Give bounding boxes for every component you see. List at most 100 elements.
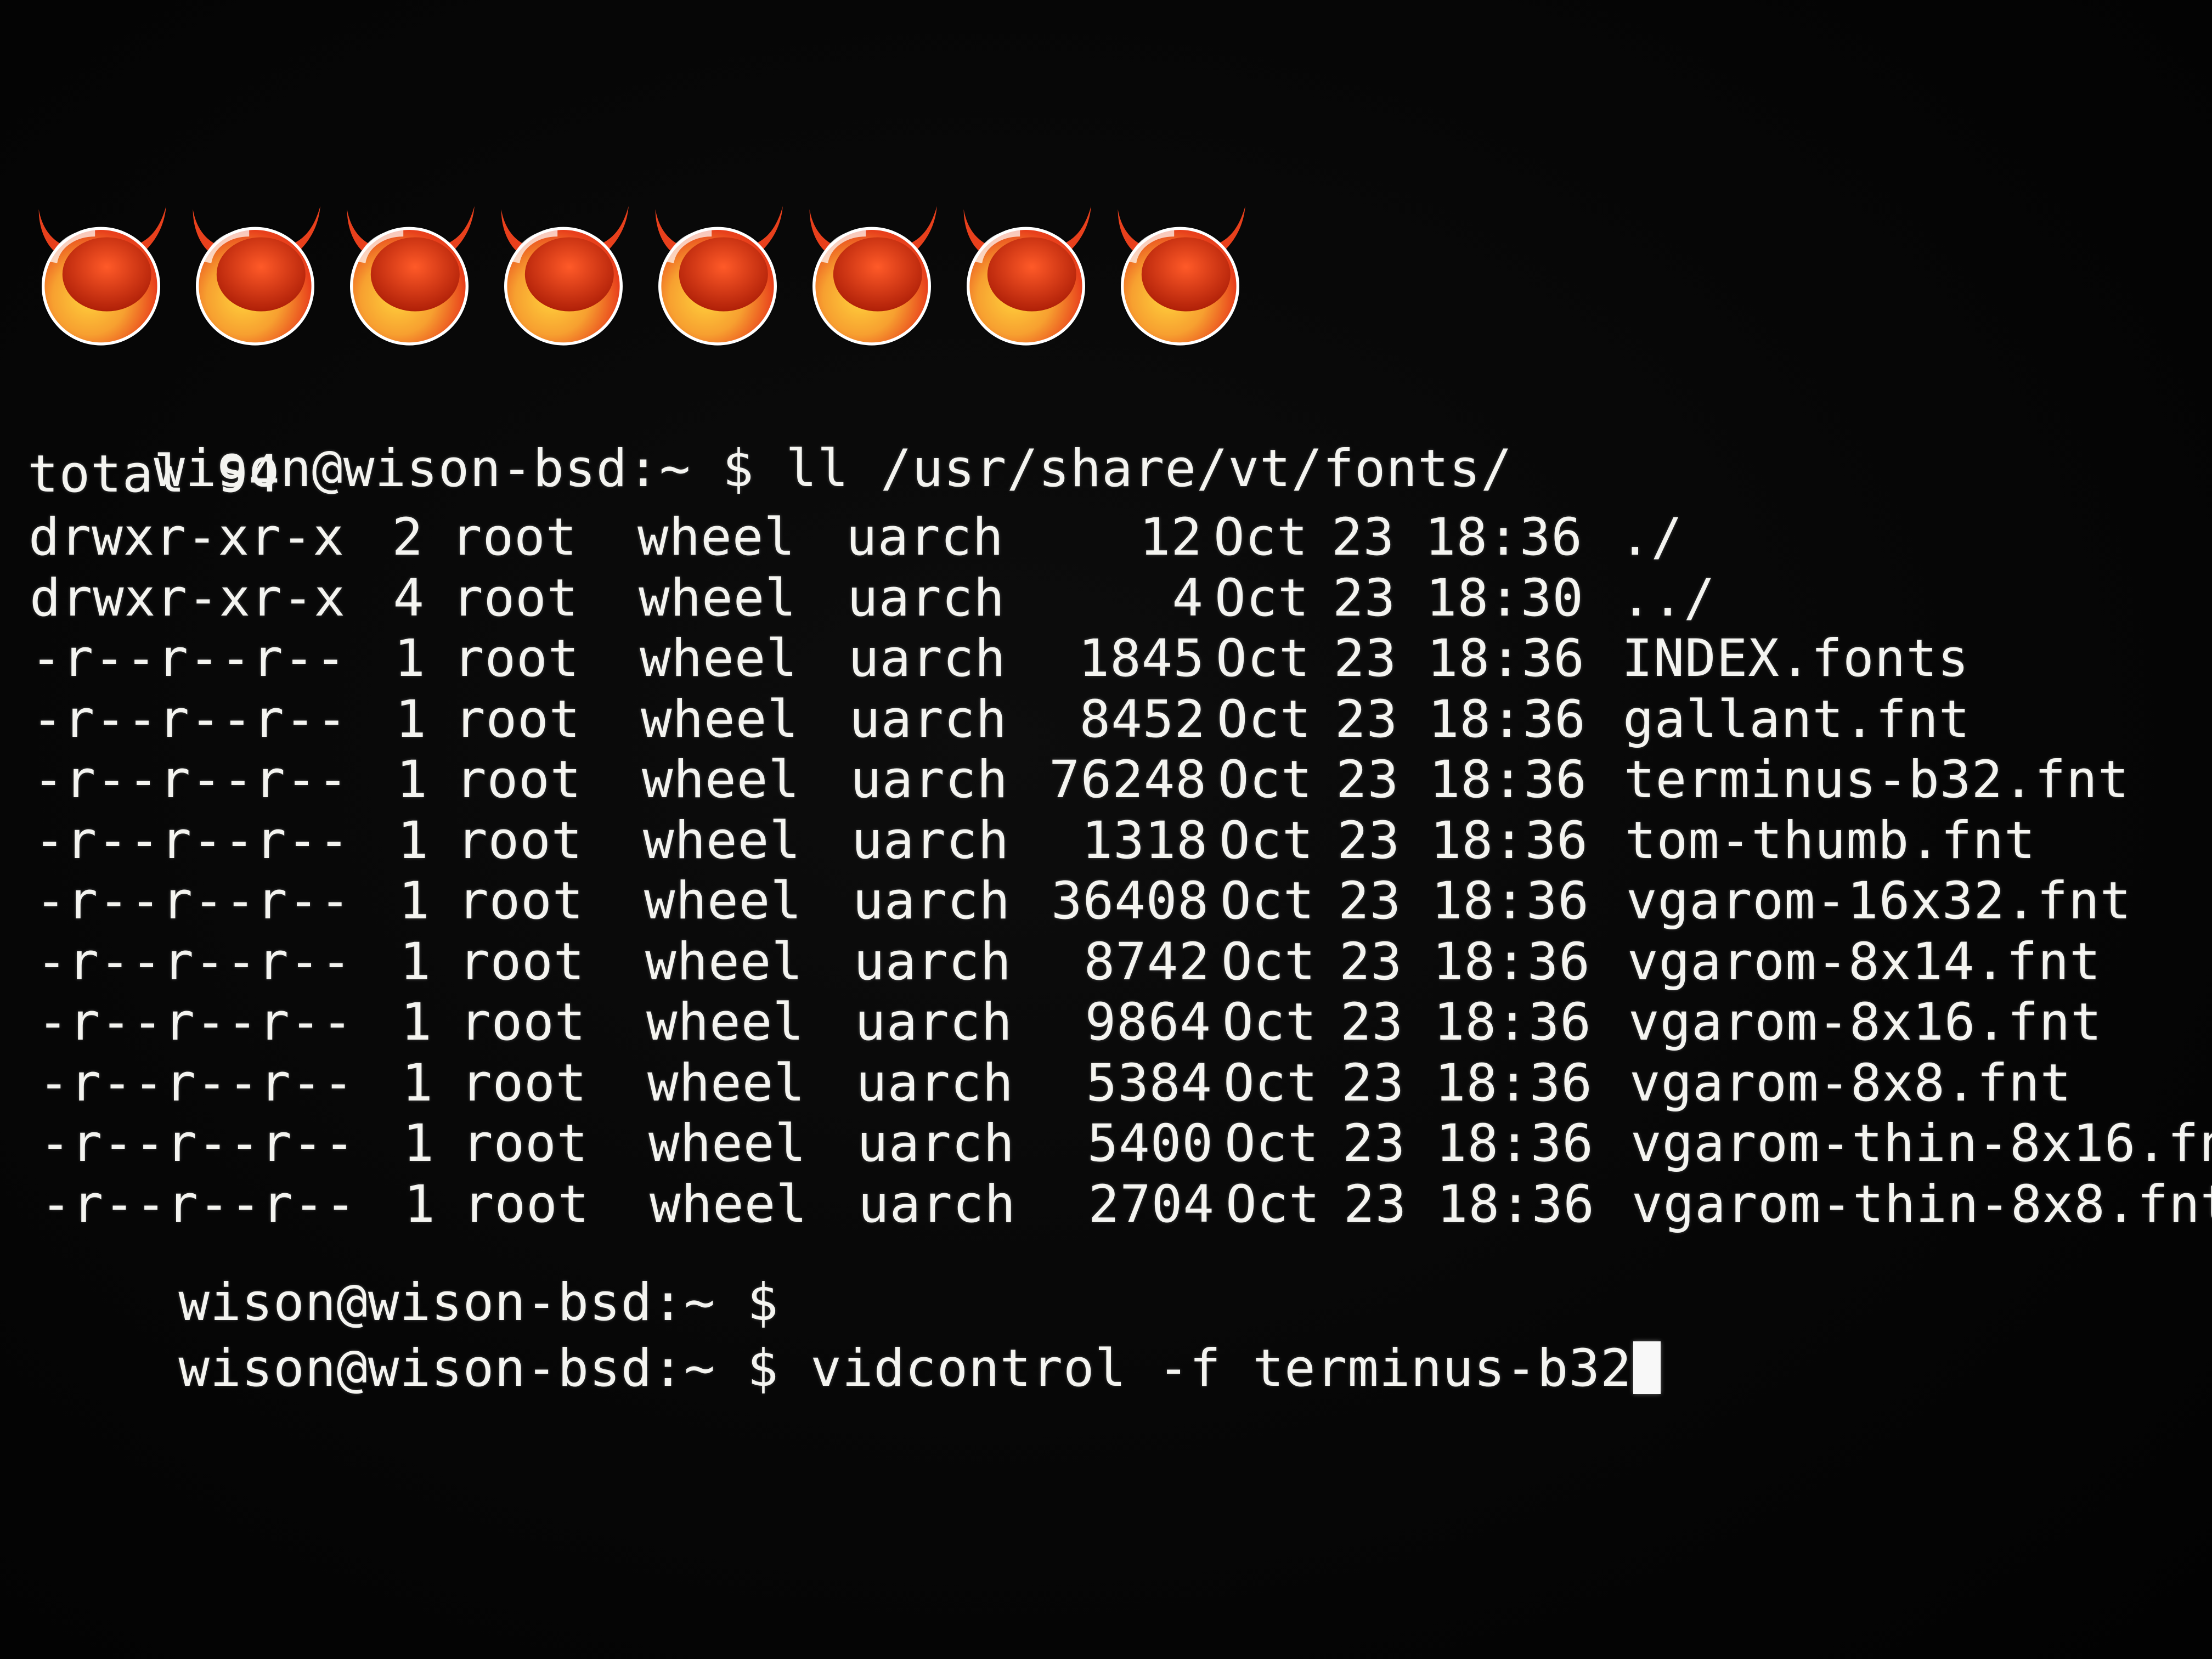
listing-size: 5400 [1087,1114,1214,1173]
listing-perms: -r--r--r-- [34,810,350,871]
listing-day: 23 [1338,871,1402,931]
listing-month: Oct [1221,932,1316,992]
listing-size: 2704 [1088,1174,1215,1234]
listing-owner: root [452,568,579,628]
listing-month: Oct [1222,992,1317,1052]
listing-month: Oct [1218,750,1313,810]
listing-class: uarch [850,750,1008,810]
listing-row: -r--r--r-- 1 root wheel uarch 36408 Oct 23 18:36… [35,874,2208,929]
command-text: ll /usr/share/vt/fonts/ [786,439,1513,499]
listing-row: -r--r--r-- 1 root wheel uarch 5400 Oct 23 18:36 v… [40,1116,2212,1171]
listing-row: -r--r--r-- 1 root wheel uarch 1845 Oct 23 18:36 I… [31,631,2203,686]
listing-month: Oct [1214,507,1308,567]
listing-group: wheel [648,1114,806,1173]
freebsd-beastie-icon [487,200,640,348]
freebsd-beastie-icon [950,200,1102,348]
listing-time: 18:36 [1428,689,1586,749]
listing-class: uarch [858,1174,1016,1234]
listing-day: 23 [1339,932,1403,992]
listing-day: 23 [1334,629,1397,689]
listing-size: 8742 [1084,932,1210,992]
listing-perms: drwxr-xr-x [30,568,346,628]
listing-size: 8452 [1079,689,1206,749]
listing-class: uarch [851,810,1009,871]
total-line: total 94 [27,444,280,504]
listing-class: uarch [853,871,1011,931]
listing-perms: -r--r--r-- [36,932,352,992]
listing-name: gallant.fnt [1623,689,1971,749]
listing-day: 23 [1342,1114,1406,1173]
listing-name: vgarom-thin-8x16.fnt [1630,1114,2212,1173]
listing-size: 36408 [1051,871,1209,931]
listing-day: 23 [1340,992,1404,1052]
listing-perms: drwxr-xr-x [29,507,345,567]
listing-class: uarch [846,507,1004,567]
listing-perms: -r--r--r-- [37,992,353,1052]
listing-time: 18:36 [1434,992,1592,1052]
listing-owner: root [462,1114,589,1173]
text-cursor [1633,1341,1661,1394]
listing-perms: -r--r--r-- [40,1114,356,1173]
listing-group: wheel [640,629,798,689]
listing-links: 1 [396,750,428,810]
listing-owner: root [456,810,583,871]
listing-row: drwxr-xr-x 2 root wheel uarch 12 Oct 23 18:36 ./ [29,510,2201,565]
listing-month: Oct [1215,568,1310,628]
terminal-console[interactable]: wison@wison-bsd:~ $ ll /usr/share/vt/fon… [0,0,2212,1659]
listing-links: 1 [402,1053,433,1113]
listing-time: 18:36 [1430,810,1588,871]
listing-links: 1 [394,629,426,689]
command-input[interactable]: vidcontrol -f terminus-b32 [810,1339,1632,1398]
listing-links: 1 [399,932,431,992]
listing-links: 1 [400,992,432,1052]
listing-row: -r--r--r-- 1 root wheel uarch 76248 Oct 23 18:36… [33,753,2205,808]
beastie-logo-row [25,200,1256,348]
listing-name: INDEX.fonts [1622,629,1970,689]
freebsd-beastie-icon [179,200,331,348]
listing-day: 23 [1331,507,1395,567]
listing-owner: root [451,507,578,567]
listing-name: terminus-b32.fnt [1624,750,2130,810]
listing-name: vgarom-16x32.fnt [1626,871,2132,931]
listing-owner: root [460,992,586,1052]
listing-name: vgarom-8x16.fnt [1628,992,2102,1052]
listing-class: uarch [854,932,1012,992]
listing-time: 18:36 [1436,1114,1594,1173]
listing-time: 18:30 [1426,568,1584,628]
listing-time: 18:36 [1429,750,1587,810]
listing-month: Oct [1219,810,1314,871]
listing-class: uarch [856,1053,1014,1113]
listing-size: 1318 [1081,810,1208,871]
listing-time: 18:36 [1427,629,1585,689]
listing-day: 23 [1344,1174,1407,1234]
listing-month: Oct [1226,1174,1321,1234]
freebsd-beastie-icon [1104,200,1256,348]
current-prompt-line[interactable]: wison@wison-bsd:~ $ vidcontrol -f termin… [52,1286,1661,1451]
listing-group: wheel [641,689,799,749]
listing-owner: root [454,689,581,749]
listing-links: 1 [395,689,427,749]
listing-month: Oct [1223,1053,1318,1113]
listing-links: 1 [403,1114,435,1173]
listing-group: wheel [647,1053,805,1113]
listing-day: 23 [1335,689,1398,749]
listing-group: wheel [645,932,803,992]
listing-group: wheel [639,568,797,628]
listing-links: 2 [392,507,424,567]
listing-size: 76248 [1049,750,1207,810]
listing-links: 1 [397,810,429,871]
listing-row: -r--r--r-- 1 root wheel uarch 1318 Oct 23 18:36 t… [34,810,2207,871]
listing-size: 9864 [1085,992,1211,1052]
listing-perms: -r--r--r-- [35,871,351,931]
listing-day: 23 [1341,1053,1405,1113]
listing-perms: -r--r--r-- [32,689,348,749]
listing-owner: root [455,750,582,810]
listing-owner: root [461,1053,588,1113]
freebsd-beastie-icon [641,200,794,348]
listing-day: 23 [1336,750,1400,810]
shell-prompt: wison@wison-bsd:~ $ [178,1339,779,1398]
listing-links: 1 [398,871,430,931]
listing-month: Oct [1216,629,1311,689]
listing-name: vgarom-thin-8x8.fnt [1632,1174,2212,1234]
listing-size: 1845 [1078,629,1205,689]
